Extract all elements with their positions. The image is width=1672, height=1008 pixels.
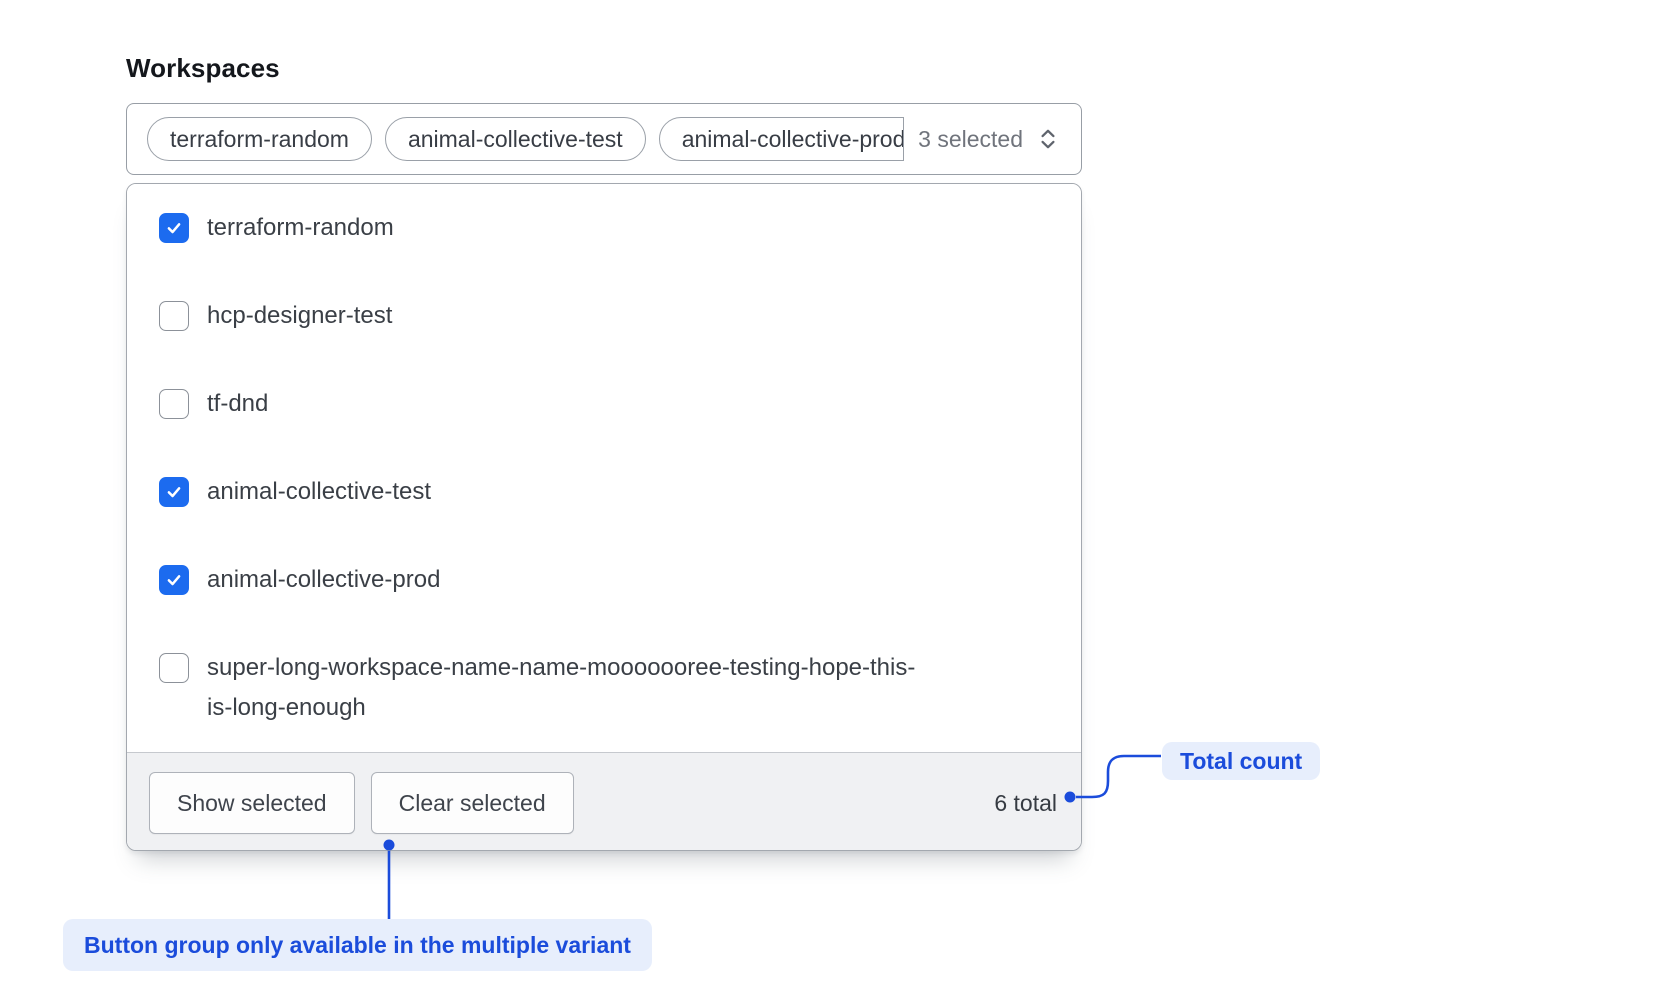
workspaces-field: Workspaces terraform-random animal-colle… (126, 54, 1082, 851)
total-count-annotation: Total count (1162, 742, 1320, 780)
total-count-text: 6 total (994, 790, 1057, 817)
page: Workspaces terraform-random animal-colle… (0, 0, 1672, 1008)
option-row[interactable]: super-long-workspace-name-name-moooooore… (127, 624, 1081, 752)
selected-tag[interactable]: terraform-random (147, 117, 372, 161)
options-list: terraform-random hcp-designer-test tf-dn… (127, 184, 1081, 752)
clear-selected-button[interactable]: Clear selected (371, 772, 574, 834)
multiselect-trigger[interactable]: terraform-random animal-collective-test … (126, 103, 1082, 175)
field-label: Workspaces (126, 54, 1082, 82)
selected-tag-clipped[interactable]: animal-collective-prod (659, 117, 904, 161)
option-row[interactable]: animal-collective-test (127, 448, 1081, 536)
option-label: animal-collective-test (207, 472, 431, 512)
chevron-up-down-icon (1035, 126, 1061, 152)
option-label: animal-collective-prod (207, 560, 440, 600)
option-row[interactable]: tf-dnd (127, 360, 1081, 448)
panel-footer: Show selected Clear selected 6 total (127, 752, 1081, 850)
option-label: terraform-random (207, 208, 394, 248)
check-icon (163, 217, 185, 239)
option-row[interactable]: hcp-designer-test (127, 272, 1081, 360)
checkbox[interactable] (159, 477, 189, 507)
option-row[interactable]: animal-collective-prod (127, 536, 1081, 624)
dropdown-panel: terraform-random hcp-designer-test tf-dn… (126, 183, 1082, 851)
checkbox[interactable] (159, 301, 189, 331)
selected-tag[interactable]: animal-collective-test (385, 117, 646, 161)
button-group-annotation: Button group only available in the multi… (63, 919, 652, 971)
checkbox[interactable] (159, 565, 189, 595)
check-icon (163, 481, 185, 503)
selection-summary: 3 selected (918, 126, 1023, 153)
show-selected-button[interactable]: Show selected (149, 772, 355, 834)
checkbox[interactable] (159, 213, 189, 243)
selection-summary-group: 3 selected (918, 126, 1061, 153)
checkbox[interactable] (159, 389, 189, 419)
option-row[interactable]: terraform-random (127, 184, 1081, 272)
option-label: tf-dnd (207, 384, 268, 424)
check-icon (163, 569, 185, 591)
checkbox[interactable] (159, 653, 189, 683)
option-label: hcp-designer-test (207, 296, 392, 336)
selected-tags: terraform-random animal-collective-test … (147, 117, 904, 161)
option-label: super-long-workspace-name-name-moooooore… (207, 648, 937, 728)
